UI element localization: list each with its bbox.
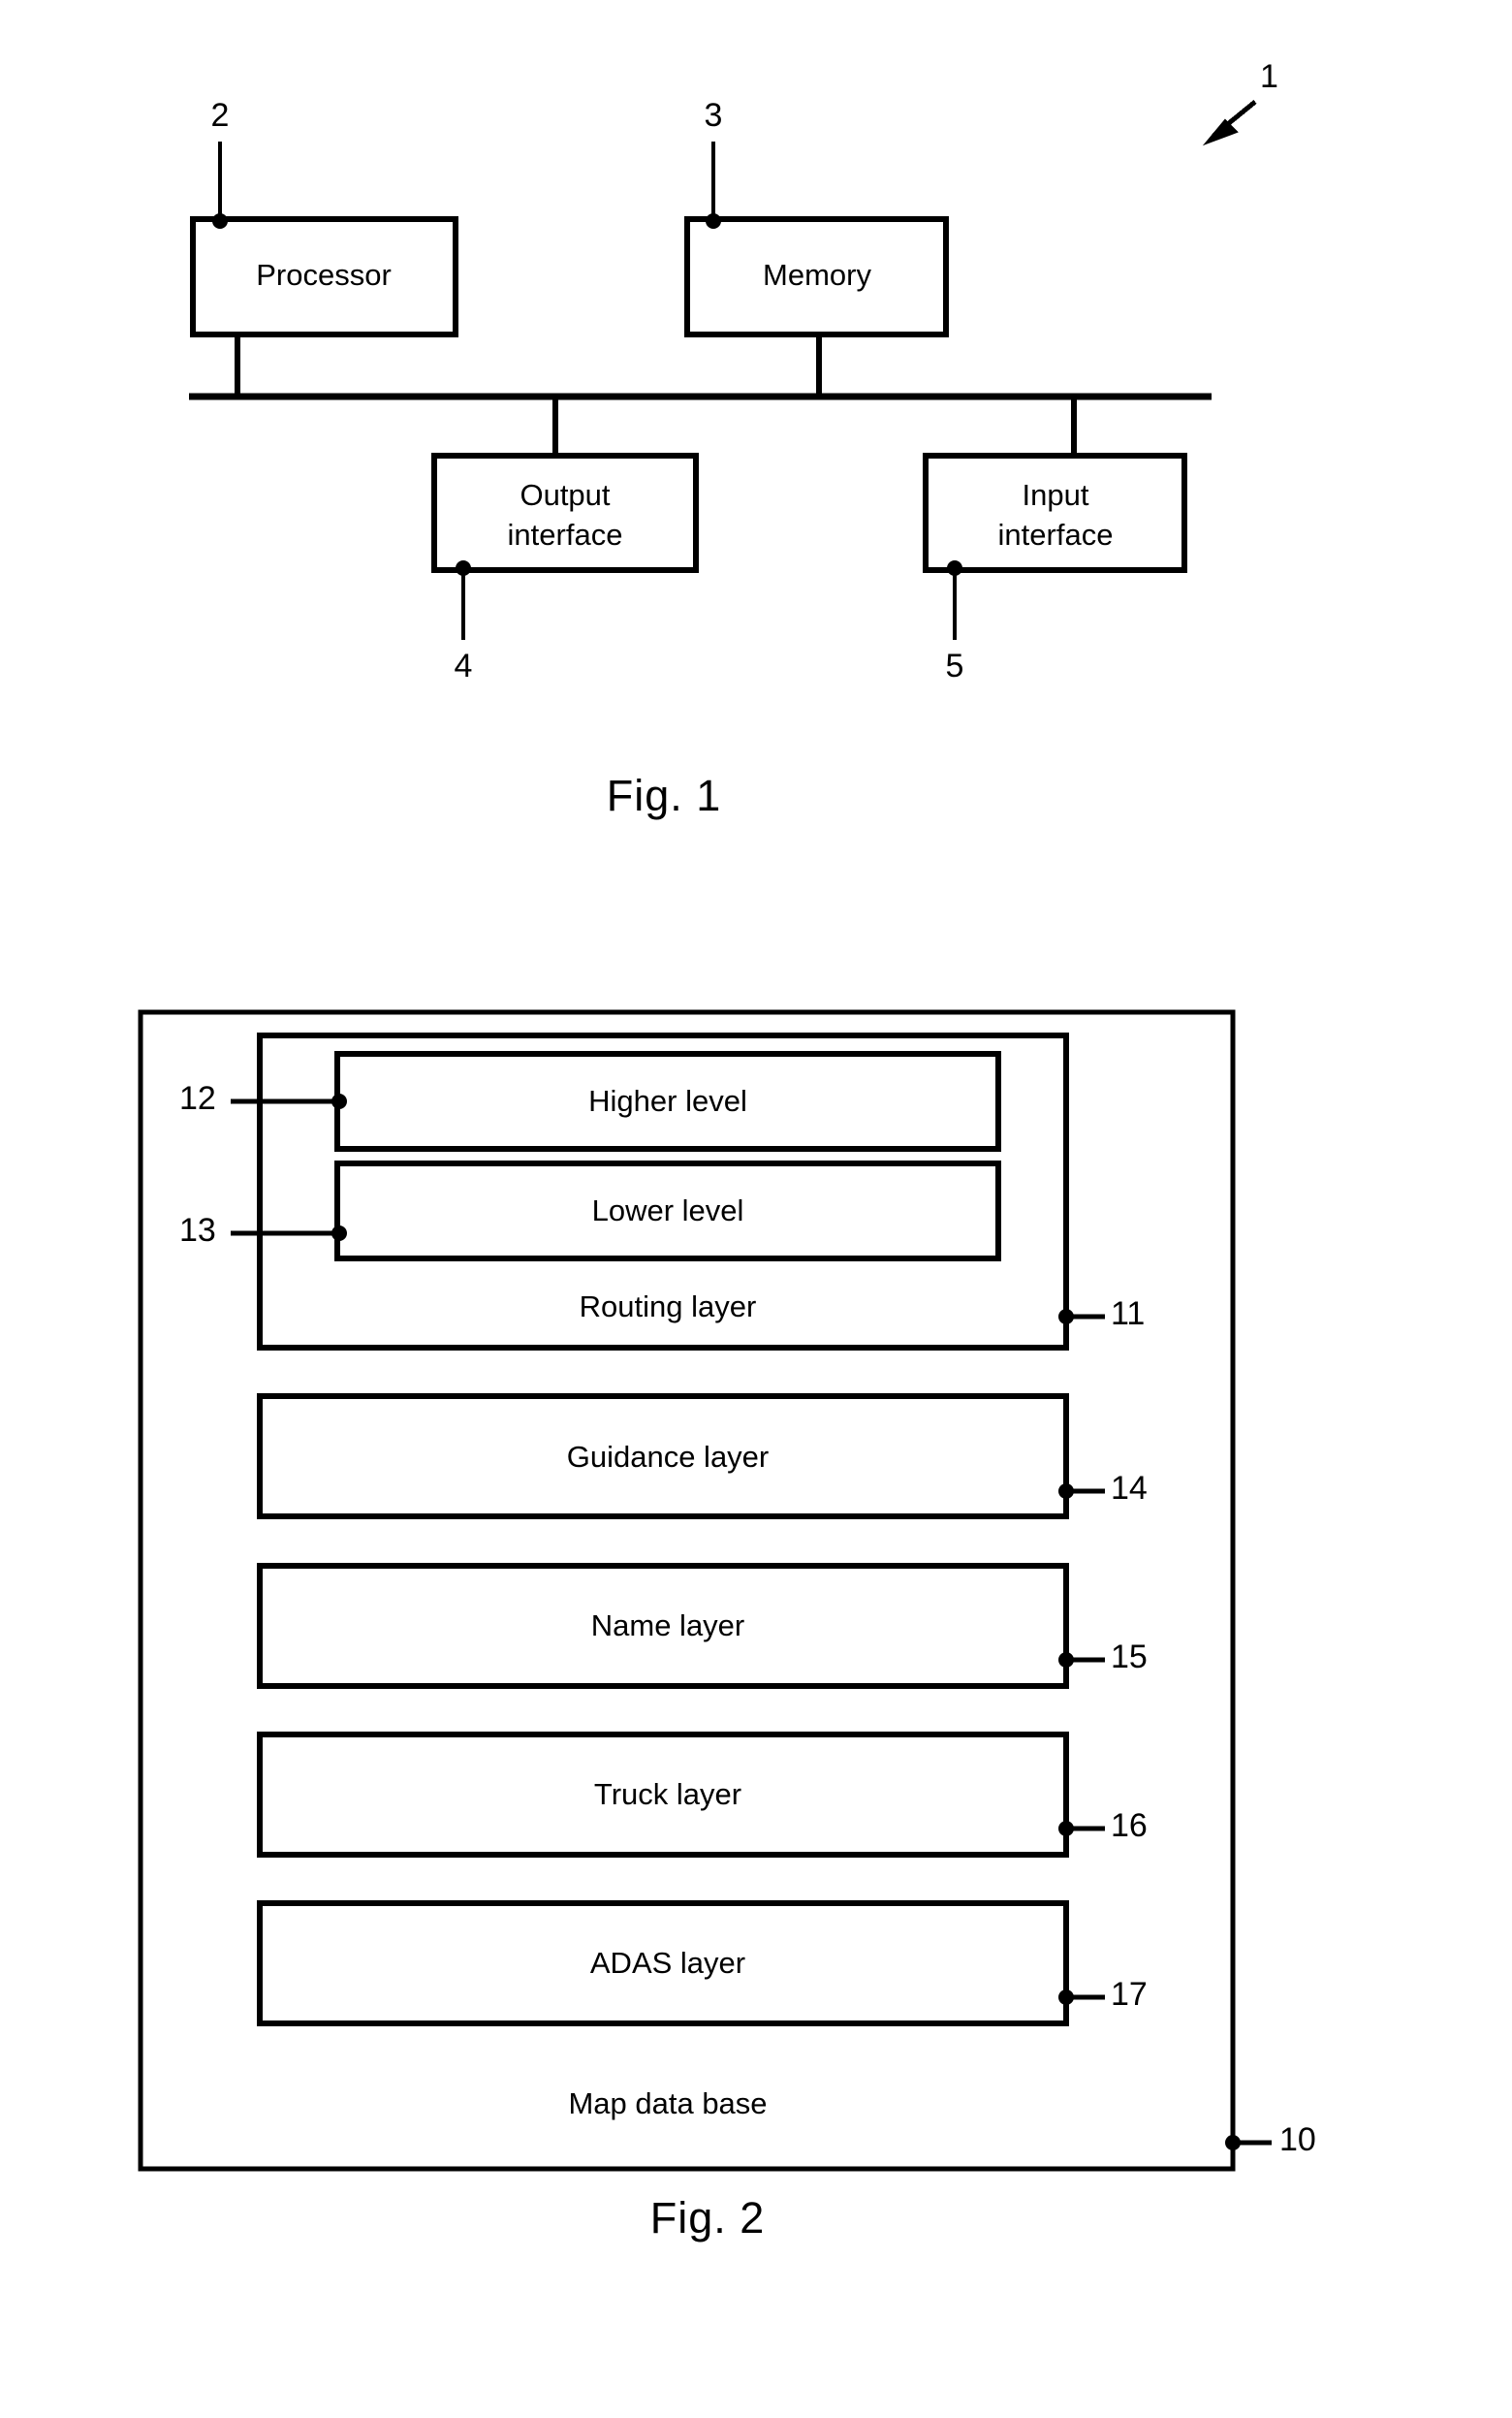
reference-number-17: 17 (1111, 1976, 1148, 2013)
reference-number-10: 10 (1279, 2121, 1316, 2158)
ref-10-dot (1225, 2135, 1241, 2150)
reference-number-1: 1 (1260, 58, 1278, 95)
processor-label: Processor (256, 258, 392, 292)
reference-number-2: 2 (210, 97, 230, 134)
lower-level-label: Lower level (591, 1193, 744, 1227)
ref-11-dot (1058, 1309, 1074, 1324)
ref-2-dot (212, 213, 228, 229)
adas-layer-label: ADAS layer (589, 1946, 746, 1980)
figure-1-caption: Fig. 1 (606, 771, 722, 820)
ref-4-dot (456, 560, 471, 576)
map-database-label: Map data base (568, 2086, 768, 2120)
reference-number-3: 3 (704, 97, 723, 134)
guidance-layer-label: Guidance layer (566, 1440, 770, 1474)
ref-1-arrowhead (1202, 118, 1239, 146)
ref-14-dot (1058, 1483, 1074, 1499)
ref-15-dot (1058, 1652, 1074, 1668)
reference-number-4: 4 (454, 648, 473, 684)
ref-16-dot (1058, 1821, 1074, 1836)
input-interface-label-line2: interface (997, 518, 1114, 552)
figure-2-caption: Fig. 2 (649, 2193, 766, 2243)
reference-number-16: 16 (1111, 1807, 1148, 1844)
ref-13-dot (331, 1225, 347, 1241)
output-interface-label-line1: Output (520, 478, 611, 512)
output-interface-label-line2: interface (507, 518, 623, 552)
reference-number-11: 11 (1111, 1295, 1146, 1332)
higher-level-label: Higher level (588, 1084, 747, 1118)
truck-layer-label: Truck layer (593, 1777, 742, 1811)
ref-17-dot (1058, 1989, 1074, 2005)
name-layer-label: Name layer (590, 1608, 745, 1642)
routing-layer-label: Routing layer (579, 1289, 757, 1323)
patent-drawing-sheet: Processor Memory Output interface Input … (0, 0, 1512, 2418)
reference-number-12: 12 (179, 1080, 216, 1117)
reference-number-13: 13 (179, 1212, 216, 1249)
ref-3-dot (706, 213, 721, 229)
reference-number-15: 15 (1111, 1639, 1148, 1675)
ref-5-dot (947, 560, 962, 576)
ref-12-dot (331, 1094, 347, 1109)
reference-number-5: 5 (945, 648, 964, 684)
reference-number-14: 14 (1111, 1470, 1148, 1507)
input-interface-label-line1: Input (1022, 478, 1089, 512)
memory-label: Memory (763, 258, 871, 292)
